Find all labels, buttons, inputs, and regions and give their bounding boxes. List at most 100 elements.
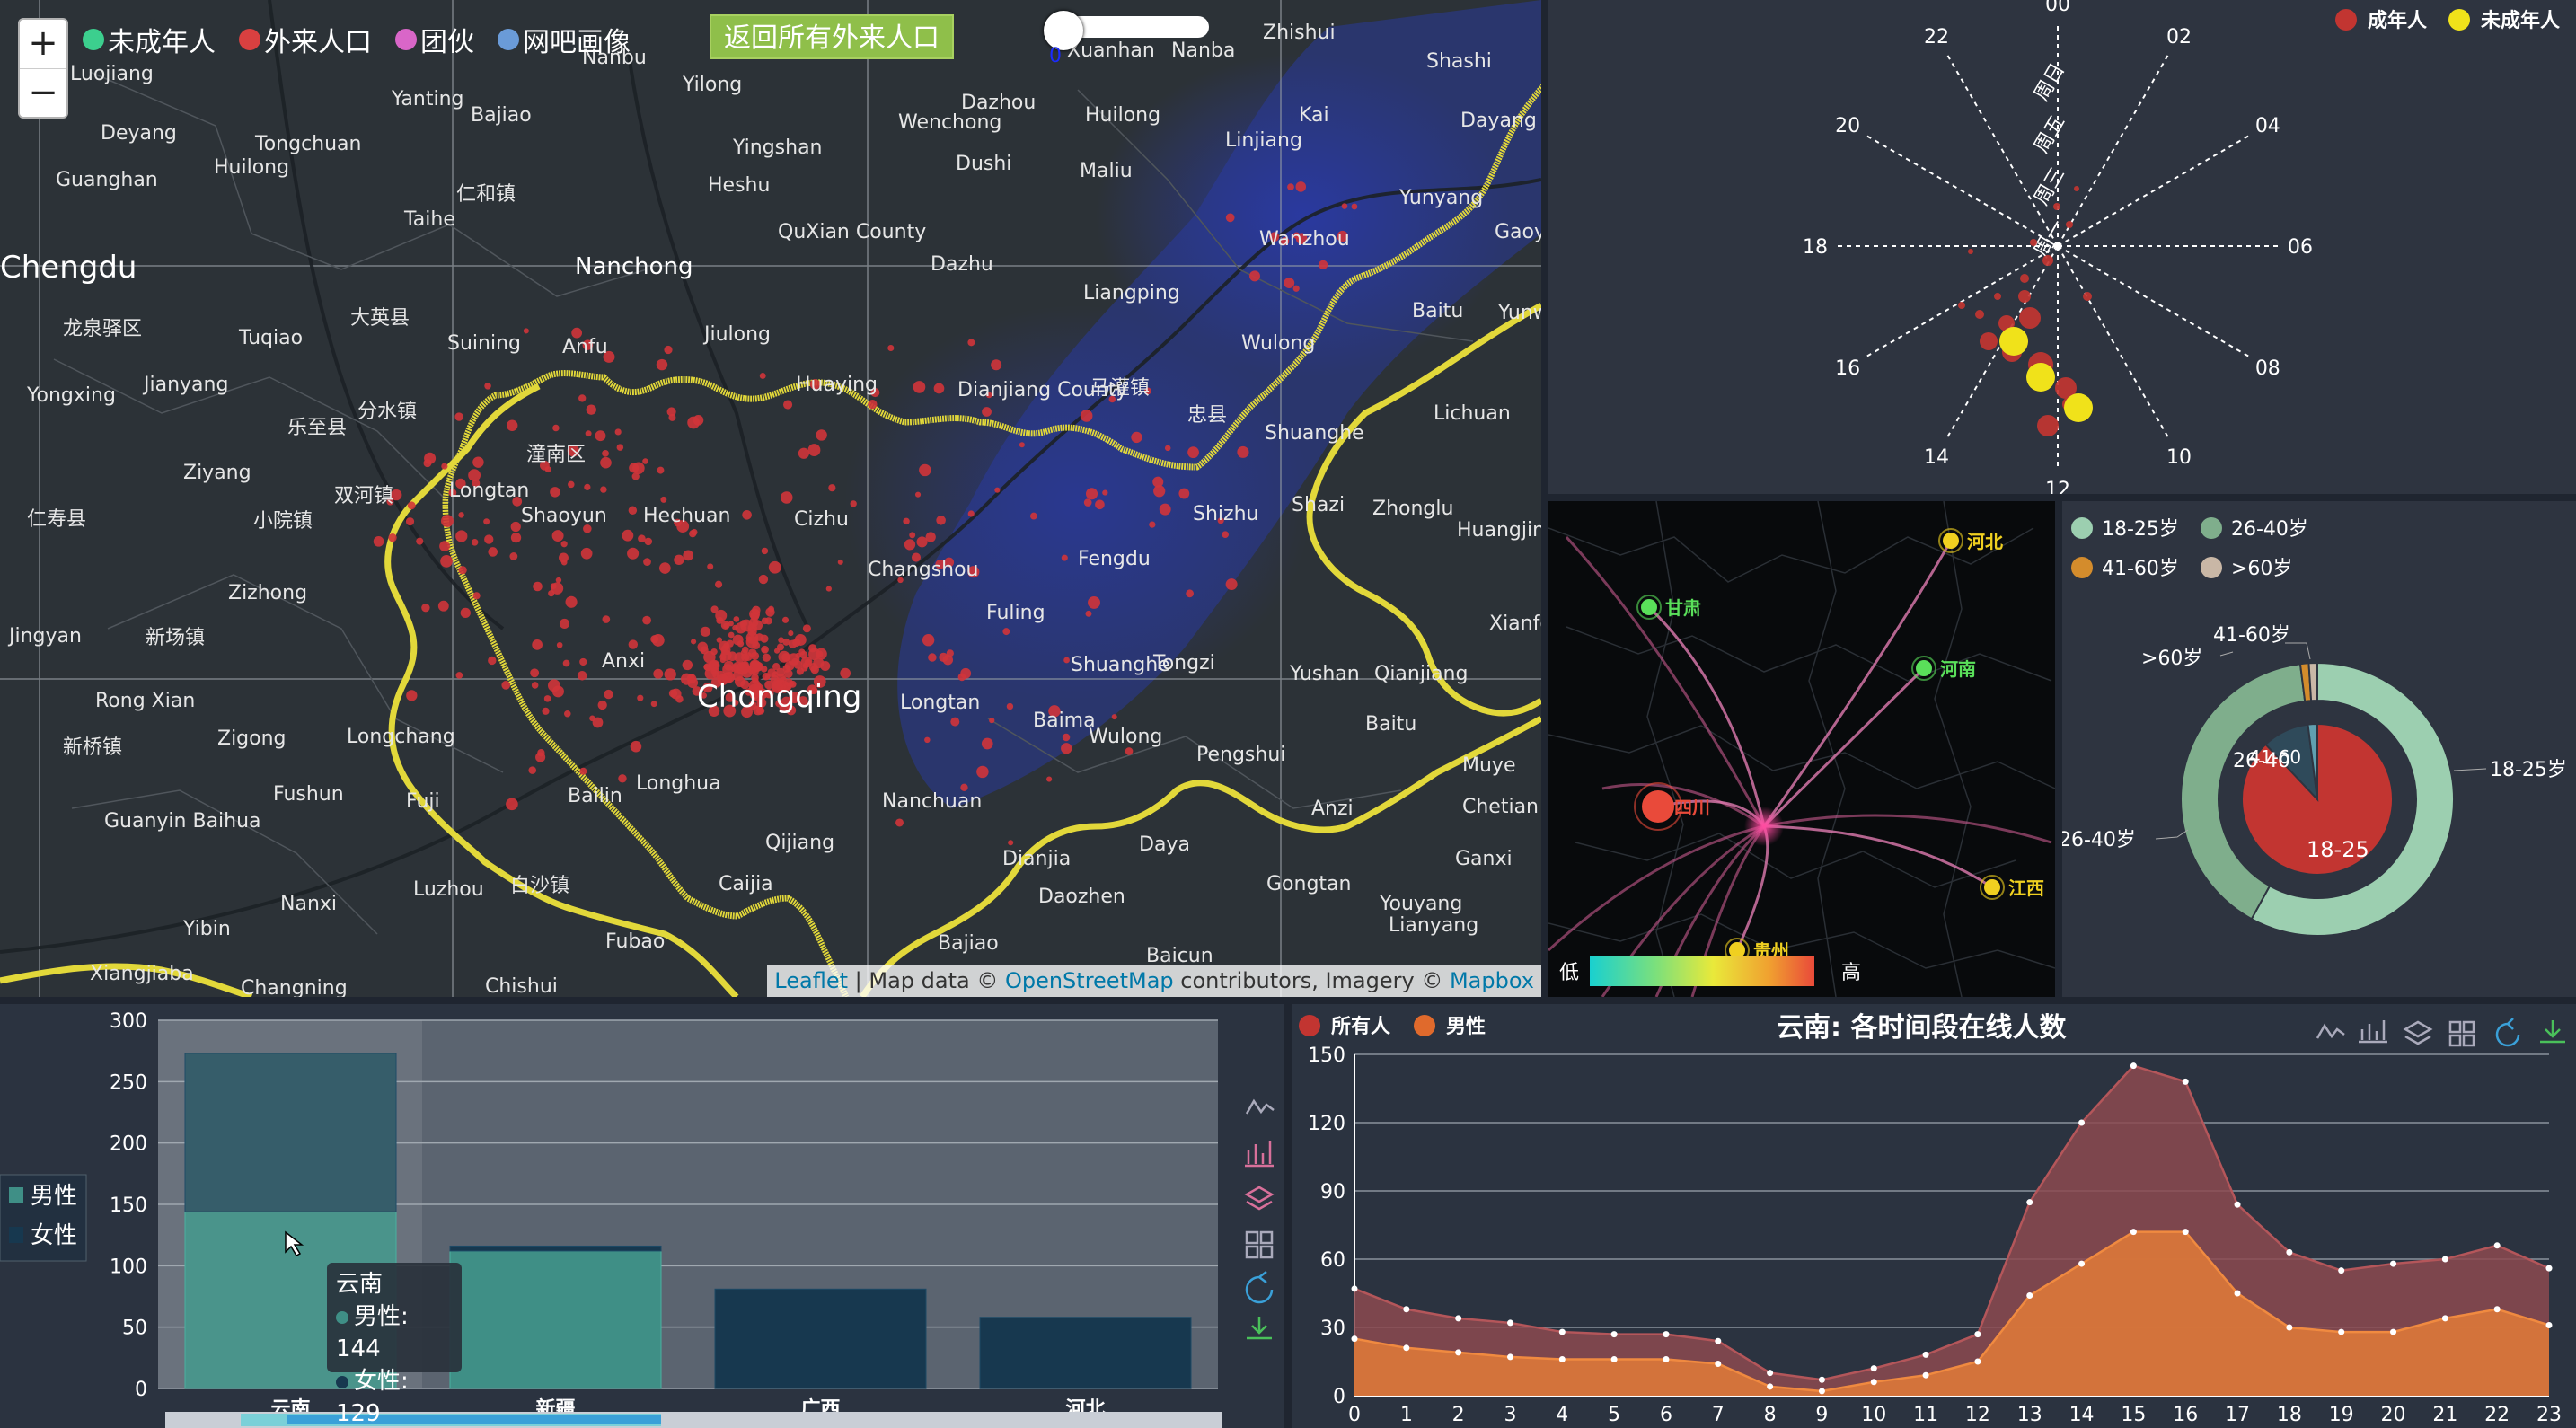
age-26-40-icon[interactable] bbox=[2201, 517, 2222, 539]
download-icon[interactable] bbox=[1247, 1317, 1272, 1340]
female-bar bbox=[714, 1288, 927, 1389]
migrant-dot bbox=[733, 616, 740, 622]
data-point bbox=[2078, 1119, 2086, 1126]
migrant-dot bbox=[650, 701, 657, 708]
migrant-dot bbox=[967, 339, 975, 347]
inner-label: 18-25 bbox=[2307, 837, 2369, 862]
migrant-dot bbox=[437, 600, 449, 612]
adult-bubble bbox=[1975, 310, 1984, 319]
layer-minors[interactable]: 未成年人 bbox=[83, 20, 216, 59]
male-legend-icon[interactable] bbox=[9, 1187, 23, 1203]
male-legend-icon[interactable] bbox=[1414, 1015, 1435, 1036]
data-zoom[interactable] bbox=[165, 1412, 1222, 1428]
migrant-dot bbox=[710, 605, 719, 613]
data-point bbox=[1922, 1351, 1929, 1358]
migrant-dot bbox=[542, 707, 550, 715]
layer-netcafe[interactable]: 网吧画像 bbox=[498, 20, 631, 59]
place-label: Lianyang bbox=[1389, 914, 1479, 937]
place-label: Taihe bbox=[404, 208, 455, 231]
place-label: Tongzi bbox=[1153, 652, 1215, 674]
hour-spoke bbox=[2057, 135, 2250, 247]
bar-chart-icon[interactable] bbox=[2359, 1020, 2387, 1044]
bar-tooltip: 云南 男性: 144 女性: 129 bbox=[327, 1263, 462, 1427]
place-label: Wulong bbox=[1241, 332, 1316, 355]
migration-flow bbox=[1762, 666, 1926, 828]
data-point bbox=[2441, 1256, 2448, 1263]
migrant-dot bbox=[509, 552, 518, 560]
migrant-dot bbox=[441, 463, 448, 470]
bar-chart-icon[interactable] bbox=[1245, 1141, 1274, 1168]
migrant-dot bbox=[510, 532, 522, 543]
line-chart-icon[interactable] bbox=[2316, 1023, 2345, 1039]
place-label: Fuji bbox=[406, 790, 440, 813]
adult-legend-label: 成年人 bbox=[2368, 9, 2427, 32]
place-label: Chetian bbox=[1462, 796, 1539, 818]
migration-panel: 河北 甘肃 河南 四川 江西 贵州 低 高 bbox=[1548, 501, 2055, 997]
migrant-dot bbox=[528, 766, 537, 774]
age-60-plus-icon[interactable] bbox=[2201, 557, 2222, 578]
hour-label: 14 bbox=[1924, 446, 1949, 469]
migrant-dot bbox=[592, 717, 604, 728]
hour-label: 08 bbox=[2255, 357, 2280, 380]
migrant-dot bbox=[989, 718, 995, 724]
migrants-dot-icon bbox=[239, 29, 260, 50]
province-outlines bbox=[1548, 501, 2055, 997]
migrant-dot bbox=[653, 668, 664, 679]
stack-icon[interactable] bbox=[2403, 1020, 2433, 1045]
hour-label: 10 bbox=[2166, 446, 2192, 469]
leaflet-link[interactable]: Leaflet bbox=[774, 968, 848, 993]
tiled-icon[interactable] bbox=[1245, 1230, 1274, 1259]
all-people-legend-icon[interactable] bbox=[1299, 1015, 1320, 1036]
outer-label: 26-40岁 bbox=[2062, 829, 2136, 851]
data-point bbox=[1663, 1355, 1670, 1362]
download-icon[interactable] bbox=[2540, 1020, 2565, 1044]
tooltip-male-row: 男性: 144 bbox=[336, 1300, 453, 1365]
migrant-dot bbox=[1080, 410, 1093, 422]
layer-gangs[interactable]: 团伙 bbox=[395, 20, 474, 59]
scale-bar bbox=[1590, 956, 1814, 986]
data-point bbox=[2390, 1260, 2397, 1267]
x-tick-label: 23 bbox=[2536, 1404, 2562, 1426]
place-label: Baitu bbox=[1412, 300, 1464, 322]
migrant-dot bbox=[622, 529, 634, 542]
osm-link[interactable]: OpenStreetMap bbox=[1005, 968, 1174, 993]
restore-icon[interactable] bbox=[1245, 1271, 1274, 1304]
gangs-dot-icon bbox=[395, 29, 417, 50]
data-point bbox=[1715, 1337, 1722, 1344]
age-18-25-icon[interactable] bbox=[2071, 517, 2093, 539]
migrant-dot bbox=[924, 736, 931, 744]
migrant-dot bbox=[783, 400, 793, 410]
data-point bbox=[2493, 1242, 2501, 1249]
tiled-icon[interactable] bbox=[2448, 1020, 2475, 1047]
migrant-dot bbox=[1008, 840, 1014, 846]
layer-migrants[interactable]: 外来人口 bbox=[239, 20, 372, 59]
age-41-60-icon[interactable] bbox=[2071, 557, 2093, 578]
migrant-dot bbox=[544, 466, 551, 473]
migrant-dot bbox=[651, 634, 665, 647]
map-panel[interactable]: Luojiang Nanbu Yilong Dazhou Xuanhan Deyang To… bbox=[0, 0, 1541, 997]
data-point bbox=[2026, 1199, 2033, 1206]
activity-bubbles bbox=[1958, 186, 2093, 436]
place-label: Maliu bbox=[1080, 160, 1133, 182]
x-tick-label: 7 bbox=[1712, 1404, 1725, 1426]
restore-icon[interactable] bbox=[2495, 1018, 2520, 1047]
migrant-dot bbox=[458, 512, 464, 518]
stack-icon[interactable] bbox=[1244, 1186, 1275, 1211]
female-legend-icon[interactable] bbox=[9, 1227, 23, 1243]
migrant-dot bbox=[488, 547, 498, 557]
radial-time-chart: 成年人 未成年人 00 02 04 06 08 10 12 14 16 18 20 22 周日周五周三… bbox=[1803, 0, 2560, 494]
migrant-dot bbox=[484, 534, 494, 544]
line-chart-icon[interactable] bbox=[1245, 1098, 1275, 1115]
place-label: Shazi bbox=[1292, 494, 1345, 516]
mapbox-link[interactable]: Mapbox bbox=[1450, 968, 1534, 993]
back-to-all-migrants-button[interactable]: 返回所有外来人口 bbox=[710, 14, 954, 59]
migrant-dot bbox=[1187, 446, 1199, 459]
place-label: Heshu bbox=[708, 174, 771, 197]
adult-bubble bbox=[2030, 239, 2037, 246]
hour-spoke bbox=[2057, 54, 2169, 247]
zoom-in-button[interactable]: + bbox=[20, 20, 66, 68]
data-point bbox=[1403, 1306, 1410, 1313]
time-slider[interactable] bbox=[1044, 11, 1209, 50]
place-label: Anzi bbox=[1311, 798, 1354, 820]
zoom-out-button[interactable]: − bbox=[20, 68, 66, 117]
